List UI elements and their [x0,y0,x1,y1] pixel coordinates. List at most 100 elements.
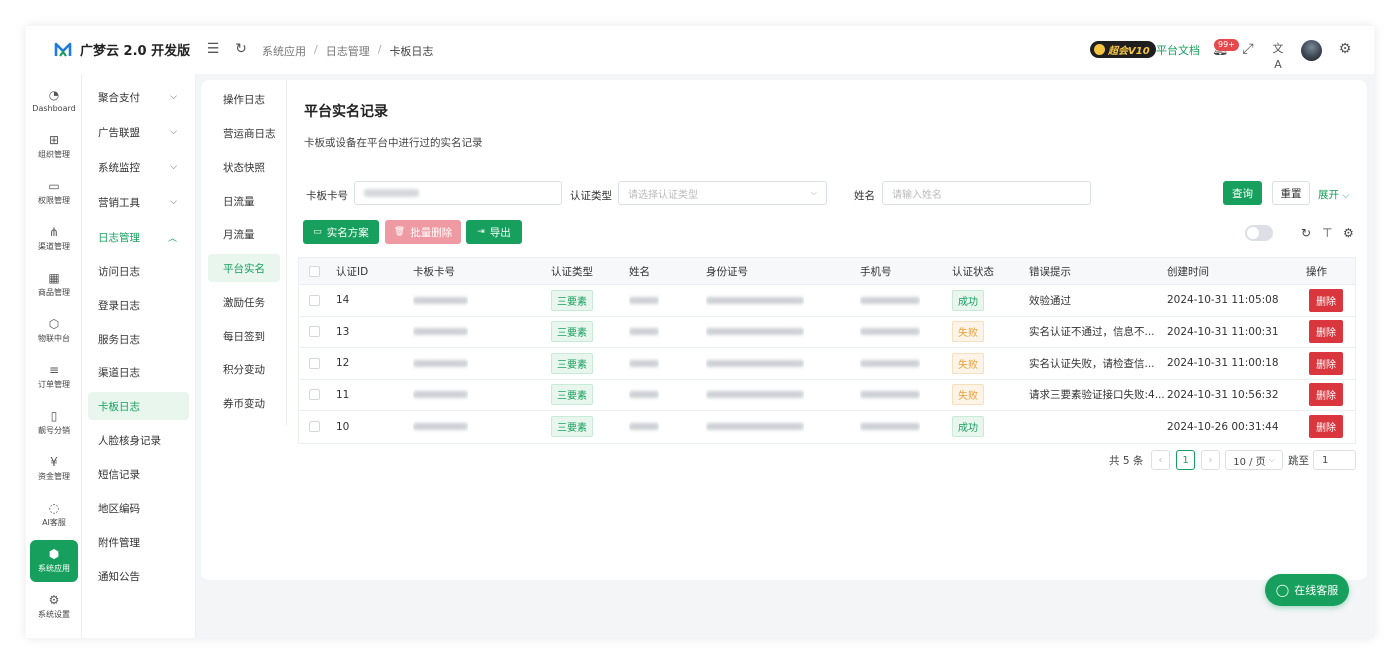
submenu-marketing-tools[interactable]: 营销工具 ⌵ [88,188,189,216]
redacted-name [629,391,659,399]
settings-gear-icon[interactable]: ⚙ [1337,41,1353,57]
delete-button[interactable]: 删除 [1309,288,1343,312]
table-header-row: 认证ID 卡板卡号 认证类型 姓名 身份证号 手机号 认证状态 错误提示 创建时… [299,258,1355,285]
log-nav-points[interactable]: 积分变动 [208,355,280,383]
expand-filters-link[interactable]: 展开 ⌵ [1318,187,1349,202]
fullscreen-icon[interactable]: ⤢ [1240,41,1256,57]
row-checkbox[interactable] [309,357,320,369]
export-button[interactable]: ⇥ 导出 [466,220,522,244]
next-page-button[interactable]: › [1201,450,1220,470]
redacted-phone [860,359,920,367]
log-nav-incentive[interactable]: 激励任务 [208,288,280,316]
row-checkbox[interactable] [309,421,320,433]
log-type-nav: 操作日志 营运商日志 状态快照 日流量 月流量 平台实名 激励任务 每日签到 积… [201,80,287,426]
rail-item-ai-service[interactable]: ◌ AI客服 [30,494,78,536]
phone-icon: ▯ [50,409,58,423]
rail-item-orders[interactable]: ≡ 订单管理 [30,356,78,398]
submenu-channel-log[interactable]: 渠道日志 [88,358,189,386]
log-nav-operation[interactable]: 操作日志 [208,85,280,113]
batch-delete-button[interactable]: 🗑︎ 批量删除 [385,220,461,244]
redacted-card-number [413,296,468,304]
submenu-system-monitor[interactable]: 系统监控 ⌵ [88,153,189,181]
rail-item-system-apps[interactable]: ⬢ 系统应用 [30,540,78,582]
log-nav-checkin[interactable]: 每日签到 [208,322,280,350]
submenu-sms-records[interactable]: 短信记录 [88,460,189,488]
log-nav-realname[interactable]: 平台实名 [208,254,280,282]
cell-auth-id: 13 [336,325,350,338]
rail-item-funds[interactable]: ¥ 资金管理 [30,448,78,490]
logo[interactable]: 广梦云 2.0 开发版 [54,40,190,59]
translate-icon[interactable]: 文A [1270,41,1286,71]
submenu-aggregate-pay[interactable]: 聚合支付 ⌵ [88,83,189,111]
collapse-menu-icon[interactable]: ☰ [205,41,221,57]
toggle-knob [1247,227,1259,239]
submenu-log-management[interactable]: 日志管理 ︿ [88,223,189,251]
column-header: 身份证号 [706,265,748,278]
avatar[interactable] [1301,40,1322,61]
refresh-icon[interactable]: ↻ [233,41,249,57]
log-nav-status-snapshot[interactable]: 状态快照 [208,153,280,181]
submenu-login-log[interactable]: 登录日志 [88,291,189,319]
name-label: 姓名 [854,190,875,202]
density-icon[interactable]: ⊤ [1322,226,1332,240]
list-icon: ≡ [48,363,60,377]
breadcrumb-item[interactable]: 系统应用 [262,43,306,59]
reload-icon[interactable]: ↻ [1301,226,1311,240]
delete-button[interactable]: 删除 [1309,351,1343,375]
vip-badge[interactable]: 超会V10 [1090,41,1156,58]
log-nav-monthly-traffic[interactable]: 月流量 [208,220,280,248]
redacted-name [629,359,659,367]
submenu-notices[interactable]: 通知公告 [88,562,189,590]
submenu-card-log[interactable]: 卡板日志 [88,392,189,420]
row-checkbox[interactable] [309,294,320,306]
redacted-name [629,296,659,304]
reset-button[interactable]: 重置 [1272,181,1310,205]
cell-error-message: 请求三要素验证接口失败:4... [1029,389,1165,402]
goto-page-input[interactable]: 1 [1313,450,1356,470]
breadcrumb: 系统应用 / 日志管理 / 卡板日志 [262,43,433,59]
platform-docs-link[interactable]: 平台文档 [1156,42,1200,58]
query-button[interactable]: 查询 [1223,181,1262,205]
rail-item-organization[interactable]: ⊞ 组织管理 [30,126,78,168]
delete-button[interactable]: 删除 [1309,383,1343,407]
submenu-access-log[interactable]: 访问日志 [88,257,189,285]
rail-item-numbers[interactable]: ▯ 靓号分销 [30,402,78,444]
submenu-face-verify-records[interactable]: 人脸核身记录 [88,426,189,454]
submenu-ad-union[interactable]: 广告联盟 ⌵ [88,118,189,146]
log-nav-operator[interactable]: 营运商日志 [208,119,280,147]
page-number-button[interactable]: 1 [1176,450,1195,470]
auth-type-tag: 三要素 [551,289,593,311]
submenu-attachments[interactable]: 附件管理 [88,528,189,556]
column-toggle-switch[interactable] [1245,225,1273,241]
gear-icon: ⚙ [48,593,60,607]
row-checkbox[interactable] [309,389,320,401]
redacted-card-number [413,359,468,367]
online-support-button[interactable]: ◯ 在线客服 [1265,574,1349,606]
submenu-region-codes[interactable]: 地区编码 [88,494,189,522]
rail-item-dashboard[interactable]: ◔ Dashboard [30,80,78,122]
log-nav-coupons[interactable]: 券币变动 [208,389,280,417]
row-checkbox[interactable] [309,326,320,338]
rail-item-channels[interactable]: ⋔ 渠道管理 [30,218,78,260]
card-number-input[interactable] [354,181,562,205]
rail-item-system-settings[interactable]: ⚙ 系统设置 [30,586,78,628]
delete-button[interactable]: 删除 [1309,415,1343,439]
delete-button[interactable]: 删除 [1309,320,1343,344]
realname-plan-button[interactable]: ▭ 实名方案 [303,220,379,244]
vip-label: 超会V10 [1108,46,1150,57]
rail-item-iot[interactable]: ⬡ 物联中台 [30,310,78,352]
table-settings-icon[interactable]: ⚙ [1343,226,1354,240]
select-all-checkbox[interactable] [309,265,320,277]
rail-item-permissions[interactable]: ▭ 权限管理 [30,172,78,214]
auth-type-select[interactable]: 请选择认证类型 ⌵ [618,181,827,205]
table-row: 11 三要素 失败 请求三要素验证接口失败:4... 2024-10-31 10… [299,380,1355,411]
rail-item-products[interactable]: ▦ 商品管理 [30,264,78,306]
auth-type-tag: 三要素 [551,416,593,438]
status-badge: 失败 [952,321,984,343]
prev-page-button[interactable]: ‹ [1151,450,1170,470]
log-nav-daily-traffic[interactable]: 日流量 [208,187,280,215]
breadcrumb-item[interactable]: 日志管理 [326,43,370,59]
submenu-service-log[interactable]: 服务日志 [88,325,189,353]
page-size-select[interactable]: 10 / 页 ⌵ [1225,450,1283,470]
name-input[interactable]: 请输入姓名 [882,181,1091,205]
